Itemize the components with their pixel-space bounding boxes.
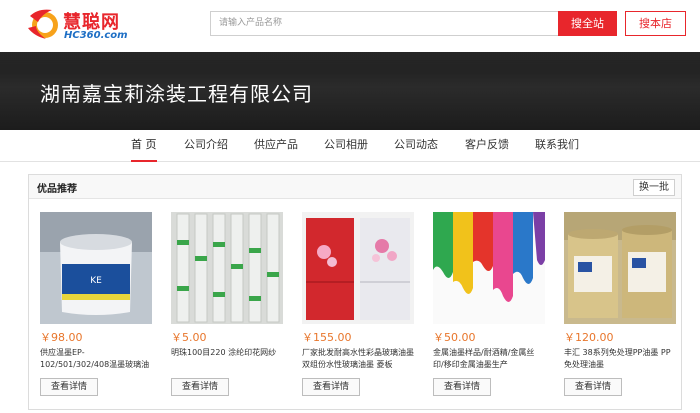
product-card[interactable]: ￥120.00 丰汇 38系列免处理PP油墨 PP免处理油墨 查看详情 [564,212,676,402]
company-name: 湖南嘉宝莉涂装工程有限公司 [40,82,313,106]
view-detail-button[interactable]: 查看详情 [171,378,229,396]
nav-item-about[interactable]: 公司介绍 [184,130,228,162]
view-detail-button[interactable]: 查看详情 [564,378,622,396]
nav-item-feedback[interactable]: 客户反馈 [465,130,509,162]
refresh-button[interactable]: 换一批 [633,179,675,196]
product-price: ￥98.00 [40,331,83,344]
recommended-products-panel: 优品推荐 换一批 KE ￥98.00 供应温墨EP-102/501/302/40… [28,174,682,410]
nav-item-home[interactable]: 首 页 [131,130,157,162]
product-price: ￥120.00 [564,331,614,344]
nav-item-album[interactable]: 公司相册 [324,130,368,162]
product-price: ￥50.00 [433,331,476,344]
search-all-button[interactable]: 搜全站 [558,11,617,36]
site-logo[interactable]: 慧聪网 HC360.com [26,6,136,44]
product-price: ￥5.00 [171,331,207,344]
nav-item-products[interactable]: 供应产品 [254,130,298,162]
logo-mark-icon [28,9,58,39]
view-detail-button[interactable]: 查看详情 [302,378,360,396]
company-banner: 湖南嘉宝莉涂装工程有限公司 [0,52,700,130]
product-name[interactable]: 金属油墨样品/耐酒精/金属丝印/移印金属油墨生产 [433,347,545,371]
product-image[interactable] [433,212,545,324]
search-input[interactable]: 请输入产品名称 [210,11,559,36]
view-detail-button[interactable]: 查看详情 [40,378,98,396]
svg-text:KE: KE [90,276,102,286]
product-image[interactable] [564,212,676,324]
main-nav: 首 页 公司介绍 供应产品 公司相册 公司动态 客户反馈 联系我们 [0,130,700,162]
panel-header: 优品推荐 换一批 [29,175,681,199]
view-detail-button[interactable]: 查看详情 [433,378,491,396]
logo-domain: HC360.com [64,30,128,41]
top-bar: 慧聪网 HC360.com 请输入产品名称 搜全站 搜本店 [0,0,700,52]
panel-title: 优品推荐 [37,184,77,195]
product-image[interactable] [171,212,283,324]
product-card[interactable]: ￥50.00 金属油墨样品/耐酒精/金属丝印/移印金属油墨生产 查看详情 [433,212,545,402]
product-price: ￥155.00 [302,331,352,344]
product-name[interactable]: 厂家批发耐高水性彩晶玻璃油墨 双组份水性玻璃油墨 菱板 [302,347,414,371]
product-name[interactable]: 丰汇 38系列免处理PP油墨 PP免处理油墨 [564,347,676,371]
nav-item-contact[interactable]: 联系我们 [535,130,579,162]
product-name[interactable]: 明珠100目220 涂纶印花网纱 [171,347,283,371]
nav-item-news[interactable]: 公司动态 [394,130,438,162]
product-card[interactable]: KE ￥98.00 供应温墨EP-102/501/302/408温墨玻璃油 查看… [40,212,152,402]
search-store-button[interactable]: 搜本店 [625,11,686,36]
product-image[interactable] [302,212,414,324]
product-image[interactable]: KE [40,212,152,324]
product-name[interactable]: 供应温墨EP-102/501/302/408温墨玻璃油 [40,347,152,371]
product-card[interactable]: ￥5.00 明珠100目220 涂纶印花网纱 查看详情 [171,212,283,402]
product-card[interactable]: ￥155.00 厂家批发耐高水性彩晶玻璃油墨 双组份水性玻璃油墨 菱板 查看详情 [302,212,414,402]
